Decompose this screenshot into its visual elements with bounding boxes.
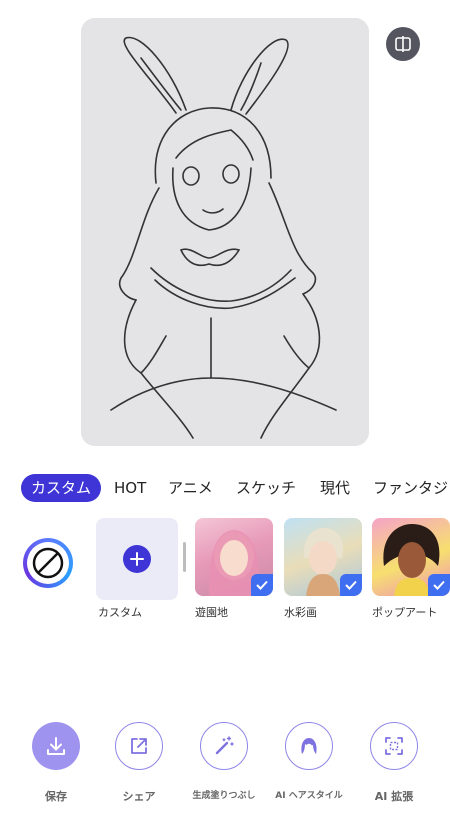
ai-hairstyle-circle (285, 722, 333, 770)
hair-icon (301, 738, 317, 754)
no-style-icon (32, 547, 64, 579)
bottom-action-bar: 保存 シェア 生成塗りつぶし AI ヘアスタイル AI 拡張 (0, 722, 450, 812)
download-icon (47, 737, 65, 755)
save-label: 保存 (45, 790, 67, 803)
ai-hairstyle-label: AI ヘアスタイル (275, 791, 343, 801)
divider (183, 542, 186, 572)
tab-custom[interactable]: カスタム (21, 474, 102, 502)
style-label-watercolor: 水彩画 (284, 606, 317, 619)
no-style-button[interactable] (23, 538, 73, 588)
custom-style-label: カスタム (98, 606, 142, 619)
ai-expand-label: AI 拡張 (374, 790, 414, 803)
expand-icon (385, 737, 403, 755)
check-icon (340, 574, 362, 596)
style-picker: カスタム 遊園地 水彩画 ポップアート (0, 516, 450, 626)
ai-expand-button[interactable]: AI 拡張 (352, 722, 436, 804)
compare-icon (395, 36, 411, 52)
tab-hot[interactable]: HOT (114, 474, 146, 502)
share-label: シェア (122, 790, 156, 803)
generative-fill-button[interactable]: 生成塗りつぶし (182, 722, 266, 801)
style-label-amusement-park: 遊園地 (195, 606, 228, 619)
generative-fill-label: 生成塗りつぶし (192, 791, 256, 801)
save-button[interactable]: 保存 (14, 722, 98, 804)
tab-sketch[interactable]: スケッチ (236, 474, 296, 502)
style-category-tabs: カスタム HOT アニメ スケッチ 現代 ファンタジ (0, 474, 450, 502)
ai-expand-circle (370, 722, 418, 770)
check-icon (251, 574, 273, 596)
check-icon (428, 574, 450, 596)
share-icon (131, 738, 147, 754)
magic-wand-icon (215, 736, 234, 755)
style-card-watercolor[interactable] (284, 518, 362, 596)
share-button[interactable]: シェア (97, 722, 181, 804)
save-circle (32, 722, 80, 770)
custom-style-card[interactable] (96, 518, 178, 600)
plus-icon (123, 545, 151, 573)
tab-fantasy[interactable]: ファンタジ (373, 474, 448, 502)
ai-hairstyle-button[interactable]: AI ヘアスタイル (267, 722, 351, 801)
sketch-preview-image (81, 18, 369, 446)
tab-anime[interactable]: アニメ (168, 474, 213, 502)
style-label-pop-art: ポップアート (372, 606, 438, 619)
tab-modern[interactable]: 現代 (320, 474, 350, 502)
style-card-pop-art[interactable] (372, 518, 450, 596)
style-card-amusement-park[interactable] (195, 518, 273, 596)
generative-fill-circle (200, 722, 248, 770)
share-circle (115, 722, 163, 770)
compare-button[interactable] (386, 27, 420, 61)
